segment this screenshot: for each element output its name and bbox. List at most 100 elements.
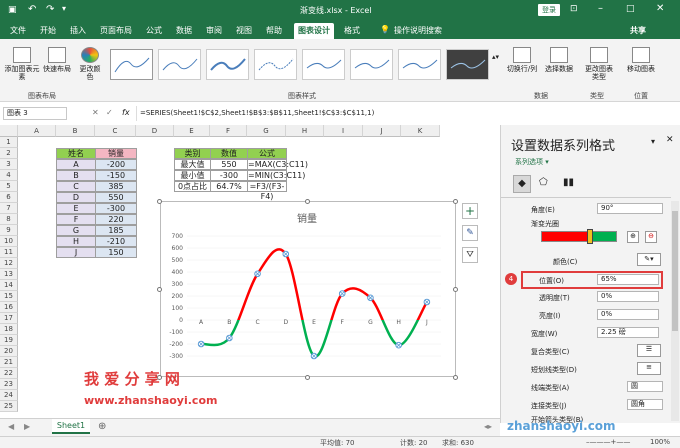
column-header-E[interactable]: E [174, 125, 210, 137]
maximize-icon[interactable]: □ [626, 4, 635, 14]
switch-row-column-button[interactable]: 切换行/列 [504, 47, 540, 73]
share-button[interactable]: 共享 [630, 25, 646, 36]
column-header-G[interactable]: G [247, 125, 286, 137]
transparency-input[interactable]: 0% [597, 291, 659, 302]
table1-cell[interactable]: A [56, 159, 96, 170]
pane-scrollbar[interactable] [671, 201, 679, 421]
chart-elements-icon[interactable]: + [462, 203, 478, 219]
table1-cell[interactable]: J [56, 247, 96, 258]
table1-cell[interactable]: H [56, 236, 96, 247]
row-header-21[interactable]: 21 [0, 357, 18, 368]
tab-view[interactable]: 视图 [236, 25, 252, 36]
row-header-7[interactable]: 7 [0, 203, 18, 214]
column-header-D[interactable]: D [136, 125, 174, 137]
column-header-J[interactable]: J [363, 125, 401, 137]
angle-input[interactable]: 90° [597, 203, 663, 214]
table1-cell[interactable]: G [56, 225, 96, 236]
tab-home[interactable]: 开始 [40, 25, 56, 36]
compound-type-dropdown[interactable]: ☰ [637, 344, 661, 357]
row-header-2[interactable]: 2 [0, 148, 18, 159]
tab-help[interactable]: 帮助 [266, 25, 282, 36]
column-header-H[interactable]: H [286, 125, 324, 137]
gradient-stop-handle[interactable] [587, 229, 593, 244]
table1-cell[interactable]: C [56, 181, 96, 192]
formula-input[interactable]: =SERIES(Sheet1!$C$2,Sheet1!$B$3:$B$11,Sh… [136, 106, 680, 121]
chart-style-1[interactable] [110, 49, 153, 80]
table2-cell[interactable]: =F3/(F3-F4) [247, 181, 287, 201]
ribbon-display-icon[interactable]: ⊡ [570, 4, 578, 14]
worksheet-grid[interactable]: ABCDEFGHIJK 1 2 3 4 5 6 7 8 9 10 11 12 13 14 15 16 17 18 1… [0, 125, 500, 418]
enter-icon[interactable]: ✓ [106, 108, 113, 117]
brightness-input[interactable]: 0% [597, 309, 659, 320]
join-type-select[interactable]: 圆角 [627, 399, 663, 410]
table2-header[interactable]: 数值 [210, 148, 248, 159]
resize-handle-bc[interactable] [305, 375, 310, 380]
row-header-5[interactable]: 5 [0, 181, 18, 192]
save-icon[interactable]: ▣ [8, 5, 17, 15]
table2-cell[interactable]: 550 [210, 159, 248, 170]
table2-cell[interactable]: 最小值 [174, 170, 211, 181]
table1-cell[interactable]: 185 [95, 225, 137, 236]
cap-type-select[interactable]: 圆 [627, 381, 663, 392]
tab-review[interactable]: 审阅 [206, 25, 222, 36]
tab-format[interactable]: 格式 [344, 25, 360, 36]
fill-line-icon[interactable]: ◆ [513, 175, 531, 193]
row-header-15[interactable]: 15 [0, 291, 18, 302]
table1-cell[interactable]: -200 [95, 159, 137, 170]
table1-cell[interactable]: 220 [95, 214, 137, 225]
line-chart[interactable]: -300-200-1000100200300400500600700A B C D E F… [161, 202, 457, 378]
chart-style-7[interactable] [398, 49, 441, 80]
pane-close-icon[interactable]: ✕ [666, 135, 674, 145]
row-header-16[interactable]: 16 [0, 302, 18, 313]
table2-cell[interactable]: 64.7% [210, 181, 248, 192]
tab-scroll-right-icon[interactable]: ▶ [24, 422, 30, 431]
quick-layout-button[interactable]: 快速布局 [40, 47, 74, 73]
insert-function-icon[interactable]: fx [122, 108, 130, 117]
row-header-11[interactable]: 11 [0, 247, 18, 258]
tell-me-search[interactable]: 操作说明搜索 [394, 25, 442, 36]
styles-scroll-icon[interactable]: ▴▾ [492, 53, 499, 61]
login-button[interactable]: 登录 [538, 4, 560, 16]
cancel-icon[interactable]: ✕ [92, 108, 99, 117]
chart-style-5[interactable] [302, 49, 345, 80]
table1-header[interactable]: 销量 [95, 148, 137, 159]
column-header-K[interactable]: K [401, 125, 440, 137]
table2-header[interactable]: 类别 [174, 148, 211, 159]
effects-icon[interactable]: ⬠ [539, 177, 548, 188]
resize-handle-tc[interactable] [305, 199, 310, 204]
series-line[interactable] [199, 248, 429, 358]
resize-handle-ml[interactable] [157, 287, 162, 292]
row-header-23[interactable]: 23 [0, 379, 18, 390]
resize-handle-mr[interactable] [453, 287, 458, 292]
chart-style-2[interactable] [158, 49, 201, 80]
tab-scroll-left-icon[interactable]: ◀ [8, 422, 14, 431]
resize-handle-tl[interactable] [157, 199, 162, 204]
row-header-25[interactable]: 25 [0, 401, 18, 412]
gradient-bar[interactable] [541, 231, 617, 242]
table1-header[interactable]: 姓名 [56, 148, 96, 159]
minimize-icon[interactable]: – [598, 3, 603, 14]
color-picker-icon[interactable]: ✎▾ [637, 253, 661, 266]
chart-filter-icon[interactable]: ⛛ [462, 247, 478, 263]
dash-type-dropdown[interactable]: ≡ [637, 362, 661, 375]
chart-area[interactable]: 销量 -300 -200 -100 0 100 200 300 400 500 600 700 A B C… [160, 201, 456, 377]
pane-dropdown-icon[interactable]: ▾ [651, 137, 655, 146]
column-header-B[interactable]: B [56, 125, 95, 137]
move-chart-button[interactable]: 移动图表 [624, 47, 658, 73]
table2-cell[interactable]: =MIN(C3:C11) [247, 170, 305, 181]
table1-cell[interactable]: -300 [95, 203, 137, 214]
select-data-button[interactable]: 选择数据 [542, 47, 576, 73]
table1-cell[interactable]: -210 [95, 236, 137, 247]
table1-cell[interactable]: E [56, 203, 96, 214]
column-header-F[interactable]: F [210, 125, 247, 137]
chart-style-6[interactable] [350, 49, 393, 80]
name-box[interactable]: 图表 3 [3, 107, 67, 120]
row-header-10[interactable]: 10 [0, 236, 18, 247]
tab-insert[interactable]: 插入 [70, 25, 86, 36]
row-header-18[interactable]: 18 [0, 324, 18, 335]
tab-chart-design[interactable]: 图表设计 [294, 23, 334, 39]
table1-cell[interactable]: 385 [95, 181, 137, 192]
row-header-6[interactable]: 6 [0, 192, 18, 203]
row-header-14[interactable]: 14 [0, 280, 18, 291]
table2-cell[interactable]: 最大值 [174, 159, 211, 170]
